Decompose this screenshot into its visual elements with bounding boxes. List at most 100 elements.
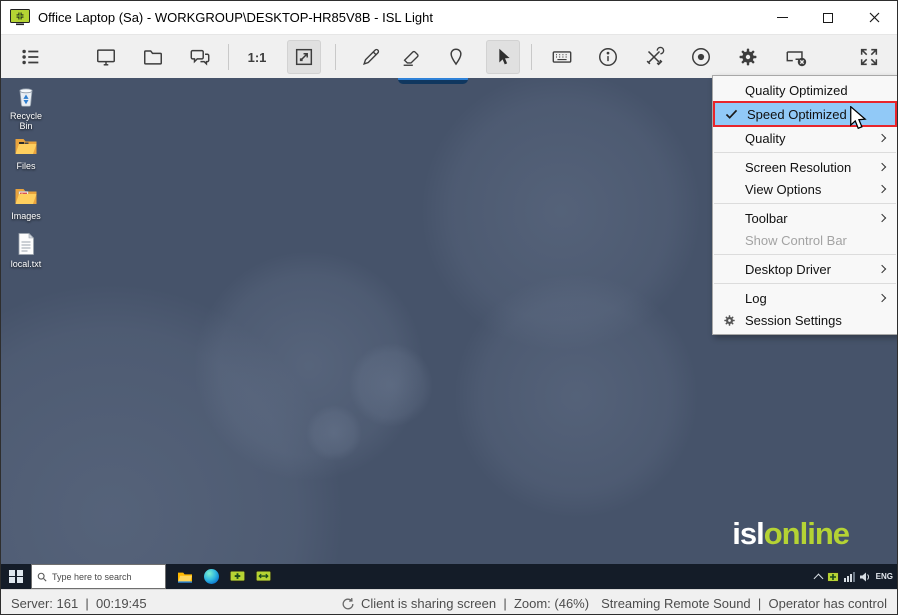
language-indicator[interactable]: ENG (876, 572, 893, 581)
network-icon[interactable] (843, 571, 855, 582)
fullscreen-button[interactable] (852, 40, 886, 74)
edge-taskbar-button[interactable] (198, 564, 224, 589)
info-button[interactable] (591, 40, 625, 74)
file-explorer-taskbar-button[interactable] (172, 564, 198, 589)
refresh-icon (342, 597, 354, 610)
desktop-icon-label: local.txt (10, 259, 42, 269)
pointer-button[interactable] (439, 40, 473, 74)
edge-icon (203, 569, 219, 584)
eraser-button[interactable] (394, 40, 428, 74)
window-title: Office Laptop (Sa) - WORKGROUP\DESKTOP-H… (38, 10, 433, 25)
status-bar: Server: 161 | 00:19:45 Client is sharing… (1, 589, 897, 614)
gear-icon (739, 48, 757, 66)
control-bar-tab[interactable] (398, 78, 468, 84)
disconnect-button[interactable] (779, 40, 813, 74)
actual-size-label: 1:1 (247, 49, 267, 65)
desktop-icon-files[interactable]: Files (3, 133, 49, 171)
menu-item-quality[interactable]: Quality (713, 127, 897, 149)
desktop-icon-label: Images (11, 211, 41, 221)
file-transfer-button[interactable] (136, 40, 170, 74)
draw-button[interactable] (354, 40, 388, 74)
title-bar: Office Laptop (Sa) - WORKGROUP\DESKTOP-H… (1, 1, 897, 34)
speaker-icon[interactable] (859, 572, 871, 582)
minimize-icon (776, 17, 788, 18)
menu-item-desktop-driver[interactable]: Desktop Driver (713, 258, 897, 280)
remote-taskbar: Type here to search (1, 564, 897, 589)
eraser-icon (403, 50, 419, 66)
isl-light-window: Office Laptop (Sa) - WORKGROUP\DESKTOP-H… (0, 0, 898, 615)
toolbar-separator (335, 44, 336, 70)
file-explorer-icon (178, 572, 192, 583)
fit-screen-button[interactable] (287, 40, 321, 74)
menu-item-view-options[interactable]: View Options (713, 178, 897, 200)
settings-button[interactable] (731, 40, 765, 74)
menu-item-quality-optimized[interactable]: Quality Optimized (713, 79, 897, 101)
menu-item-session-settings[interactable]: Session Settings (713, 309, 897, 331)
keyboard-button[interactable] (545, 40, 579, 74)
logo-online-text: online (763, 516, 850, 551)
submenu-arrow-icon (877, 264, 887, 274)
chat-button[interactable] (183, 40, 217, 74)
menu-item-screen-resolution[interactable]: Screen Resolution (713, 156, 897, 178)
menu-separator (714, 283, 896, 284)
submenu-arrow-icon (877, 133, 887, 143)
minimize-button[interactable] (759, 1, 805, 34)
desktop-icon-label: Recycle Bin (9, 111, 42, 131)
monitor-icon (97, 49, 115, 66)
menu-item-speed-optimized[interactable]: Speed Optimized (713, 101, 897, 127)
keyboard-icon (552, 51, 572, 63)
files-folder-icon (15, 139, 37, 154)
text-file-icon (18, 232, 35, 255)
islonline-logo: islonline (732, 516, 850, 552)
menu-item-show-control-bar: Show Control Bar (745, 232, 847, 248)
record-button[interactable] (684, 40, 718, 74)
tools-button[interactable] (637, 40, 671, 74)
monitors-button[interactable] (89, 40, 123, 74)
submenu-arrow-icon (877, 213, 887, 223)
start-button[interactable] (1, 564, 31, 589)
tray-chevron-icon[interactable] (813, 573, 824, 583)
desktop-icon-recycle-bin[interactable]: Recycle Bin (3, 83, 49, 131)
folder-icon (144, 50, 162, 65)
pencil-icon (363, 48, 380, 65)
system-tray: ENG (813, 564, 893, 589)
tools-icon (646, 46, 665, 66)
toolbar-separator (228, 44, 229, 70)
desktop-icon-label: Files (16, 161, 36, 171)
fit-screen-icon (295, 48, 313, 66)
app-icon (10, 9, 30, 26)
server-session-info: Server: 161 | 00:19:45 (11, 596, 147, 611)
settings-dropdown-menu: Quality Optimized Speed Optimized Qualit… (712, 75, 897, 335)
menu-item-log[interactable]: Log (713, 287, 897, 309)
menu-separator (714, 152, 896, 153)
record-icon (692, 48, 710, 66)
menu-item-toolbar[interactable]: Toolbar (713, 207, 897, 229)
isl-tray-icon[interactable] (826, 571, 839, 582)
submenu-arrow-icon (877, 293, 887, 303)
checkmark-icon (725, 109, 737, 119)
cursor-icon (499, 48, 510, 65)
menu-separator (714, 203, 896, 204)
search-placeholder-text: Type here to search (52, 571, 132, 582)
windows-logo-icon (9, 569, 23, 584)
maximize-button[interactable] (805, 1, 851, 34)
close-icon (869, 12, 879, 23)
menu-separator (714, 254, 896, 255)
select-cursor-button[interactable] (486, 40, 520, 74)
menu-list-icon (22, 49, 39, 65)
actual-size-button[interactable]: 1:1 (240, 40, 274, 74)
desktop-icon-local-txt[interactable]: local.txt (3, 231, 49, 269)
maximize-icon (823, 12, 833, 23)
disconnect-monitor-icon (786, 51, 807, 67)
search-icon (37, 572, 47, 582)
isl-session-taskbar-button[interactable] (250, 564, 276, 589)
mouse-cursor-icon (850, 106, 867, 130)
isl-connect-taskbar-button[interactable] (224, 564, 250, 589)
toolbar: 1:1 (1, 34, 897, 78)
chat-icon (190, 49, 210, 66)
taskbar-search-box[interactable]: Type here to search (31, 564, 166, 589)
desktop-icon-images[interactable]: Images (3, 183, 49, 221)
images-folder-icon (15, 189, 37, 204)
close-button[interactable] (851, 1, 897, 34)
menu-list-button[interactable] (14, 40, 48, 74)
